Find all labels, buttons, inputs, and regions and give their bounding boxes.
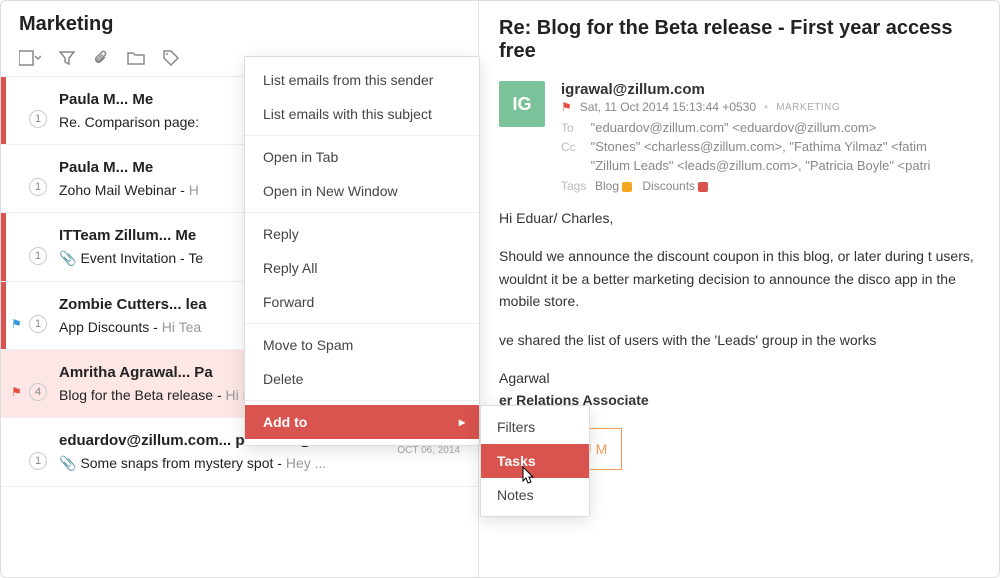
context-menu-item-addto[interactable]: Add to	[245, 405, 479, 439]
flag-icon[interactable]: ⚑	[11, 385, 22, 399]
thread-count: 1	[29, 178, 47, 196]
submenu-item[interactable]: Notes	[481, 478, 589, 512]
submenu-item[interactable]: Filters	[481, 410, 589, 444]
submenu-item[interactable]: Tasks	[481, 444, 589, 478]
flag-icon[interactable]: ⚑	[561, 100, 572, 114]
body-greeting: Hi Eduar/ Charles,	[499, 207, 979, 229]
unread-edge	[1, 77, 6, 144]
mail-tag[interactable]: Blog	[595, 179, 632, 193]
folder-icon[interactable]	[127, 50, 145, 66]
thread-count: 1	[29, 247, 47, 265]
thread-count: 4	[29, 383, 47, 401]
thread-count: 1	[29, 315, 47, 333]
context-menu-item[interactable]: Forward	[245, 285, 479, 319]
cc-value-1: "Stones" <charless@zillum.com>, "Fathima…	[591, 139, 927, 154]
attachment-icon[interactable]	[93, 50, 109, 66]
context-menu-item[interactable]: List emails from this sender	[245, 63, 479, 97]
unread-edge	[1, 282, 6, 349]
context-menu-item[interactable]: Delete	[245, 362, 479, 396]
tags-label: Tags	[561, 179, 587, 193]
mail-meta: igrawal@zillum.com ⚑ Sat, 11 Oct 2014 15…	[561, 81, 979, 193]
mail-subject: Re: Blog for the Beta release - First ye…	[499, 17, 979, 63]
tag-dot	[698, 182, 708, 192]
thread-count: 1	[29, 110, 47, 128]
to-label: To	[561, 121, 587, 135]
to-value: "eduardov@zillum.com" <eduardov@zillum.c…	[591, 120, 877, 135]
thread-count: 1	[29, 452, 47, 470]
context-menu[interactable]: List emails from this senderList emails …	[244, 56, 480, 446]
attachment-icon: 📎	[59, 455, 76, 471]
mail-date: Sat, 11 Oct 2014 15:13:44 +0530	[580, 100, 756, 114]
filter-icon[interactable]	[59, 50, 75, 66]
avatar: IG	[499, 81, 545, 127]
context-menu-item[interactable]: List emails with this subject	[245, 97, 479, 131]
context-submenu[interactable]: FiltersTasksNotes	[480, 405, 590, 517]
tag-dot	[622, 182, 632, 192]
tag-icon[interactable]	[163, 50, 179, 66]
context-menu-item[interactable]: Move to Spam	[245, 328, 479, 362]
mail-tag[interactable]: Discounts	[642, 179, 708, 193]
body-p1: Should we announce the discount coupon i…	[499, 245, 979, 312]
body-p2: ve shared the list of users with the 'Le…	[499, 329, 979, 351]
context-menu-item[interactable]: Reply All	[245, 251, 479, 285]
cc-label: Cc	[561, 140, 587, 154]
folder-title: Marketing	[1, 1, 478, 44]
attachment-icon: 📎	[59, 250, 76, 266]
flag-icon[interactable]: ⚑	[11, 317, 22, 331]
context-menu-item[interactable]: Reply	[245, 217, 479, 251]
sig-name: Agarwal	[499, 370, 550, 386]
select-all-checkbox[interactable]	[19, 50, 41, 66]
mail-header: IG igrawal@zillum.com ⚑ Sat, 11 Oct 2014…	[499, 81, 979, 193]
folder-badge: MARKETING	[776, 102, 840, 113]
cc-value-2: "Zillum Leads" <leads@zillum.com>, "Patr…	[591, 158, 931, 173]
unread-edge	[1, 213, 6, 281]
context-menu-item[interactable]: Open in New Window	[245, 174, 479, 208]
sender-email: igrawal@zillum.com	[561, 81, 979, 98]
context-menu-item[interactable]: Open in Tab	[245, 140, 479, 174]
